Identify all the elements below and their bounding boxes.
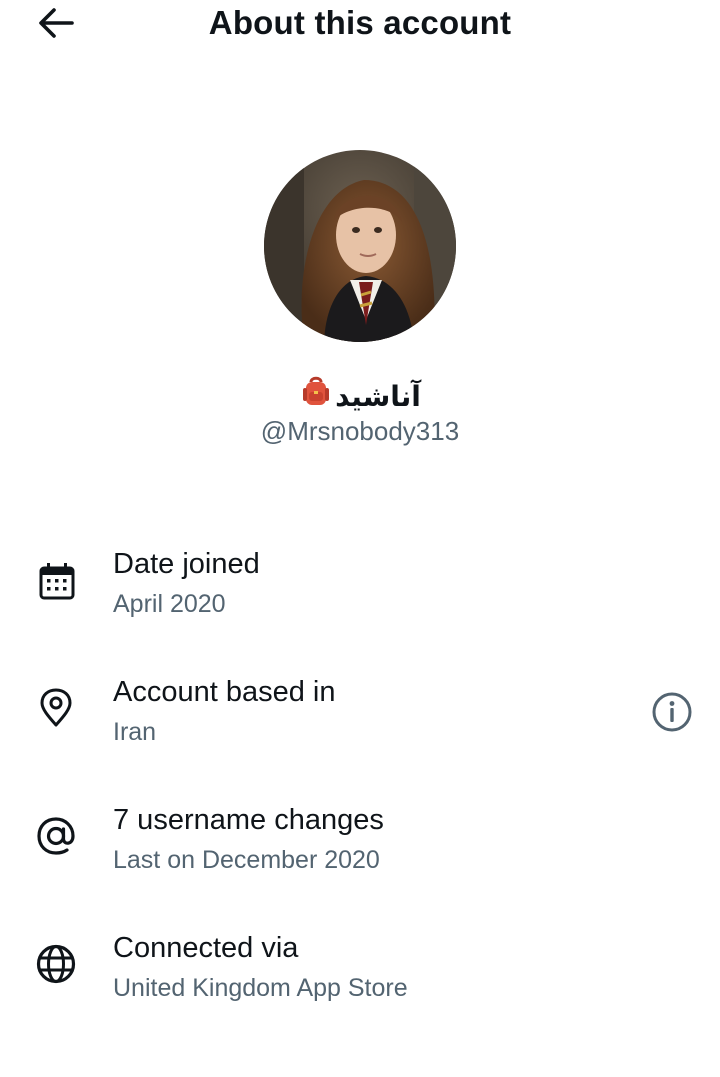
at-sign-icon bbox=[32, 812, 80, 860]
date-joined-label: Date joined bbox=[113, 548, 260, 580]
page-title: About this account bbox=[208, 4, 512, 41]
connected-via-value: United Kingdom App Store bbox=[113, 974, 408, 1002]
username-changes-row: 7 username changes Last on December 2020 bbox=[0, 802, 720, 902]
globe-icon bbox=[32, 940, 80, 988]
account-based-in-value: Iran bbox=[113, 718, 157, 746]
location-pin-icon bbox=[32, 684, 80, 732]
display-name: آناشید bbox=[0, 374, 720, 419]
info-icon bbox=[652, 692, 692, 732]
date-joined-row: Date joined April 2020 bbox=[0, 546, 720, 646]
display-name-text: آناشید bbox=[335, 379, 421, 413]
profile-photo bbox=[264, 150, 456, 342]
username-changes-value: Last on December 2020 bbox=[113, 846, 380, 874]
backpack-icon bbox=[299, 374, 333, 419]
account-location-info-button[interactable] bbox=[648, 688, 696, 736]
connected-via-row: Connected via United Kingdom App Store bbox=[0, 930, 720, 1030]
date-joined-value: April 2020 bbox=[113, 590, 226, 618]
account-based-in-label: Account based in bbox=[113, 676, 336, 708]
header: About this account bbox=[0, 0, 720, 48]
account-based-in-row: Account based in Iran bbox=[0, 674, 720, 774]
calendar-icon bbox=[32, 556, 80, 604]
connected-via-label: Connected via bbox=[113, 932, 299, 964]
username-changes-label: 7 username changes bbox=[113, 804, 384, 836]
avatar[interactable] bbox=[264, 150, 456, 342]
username-handle: @Mrsnobody313 bbox=[260, 416, 460, 446]
